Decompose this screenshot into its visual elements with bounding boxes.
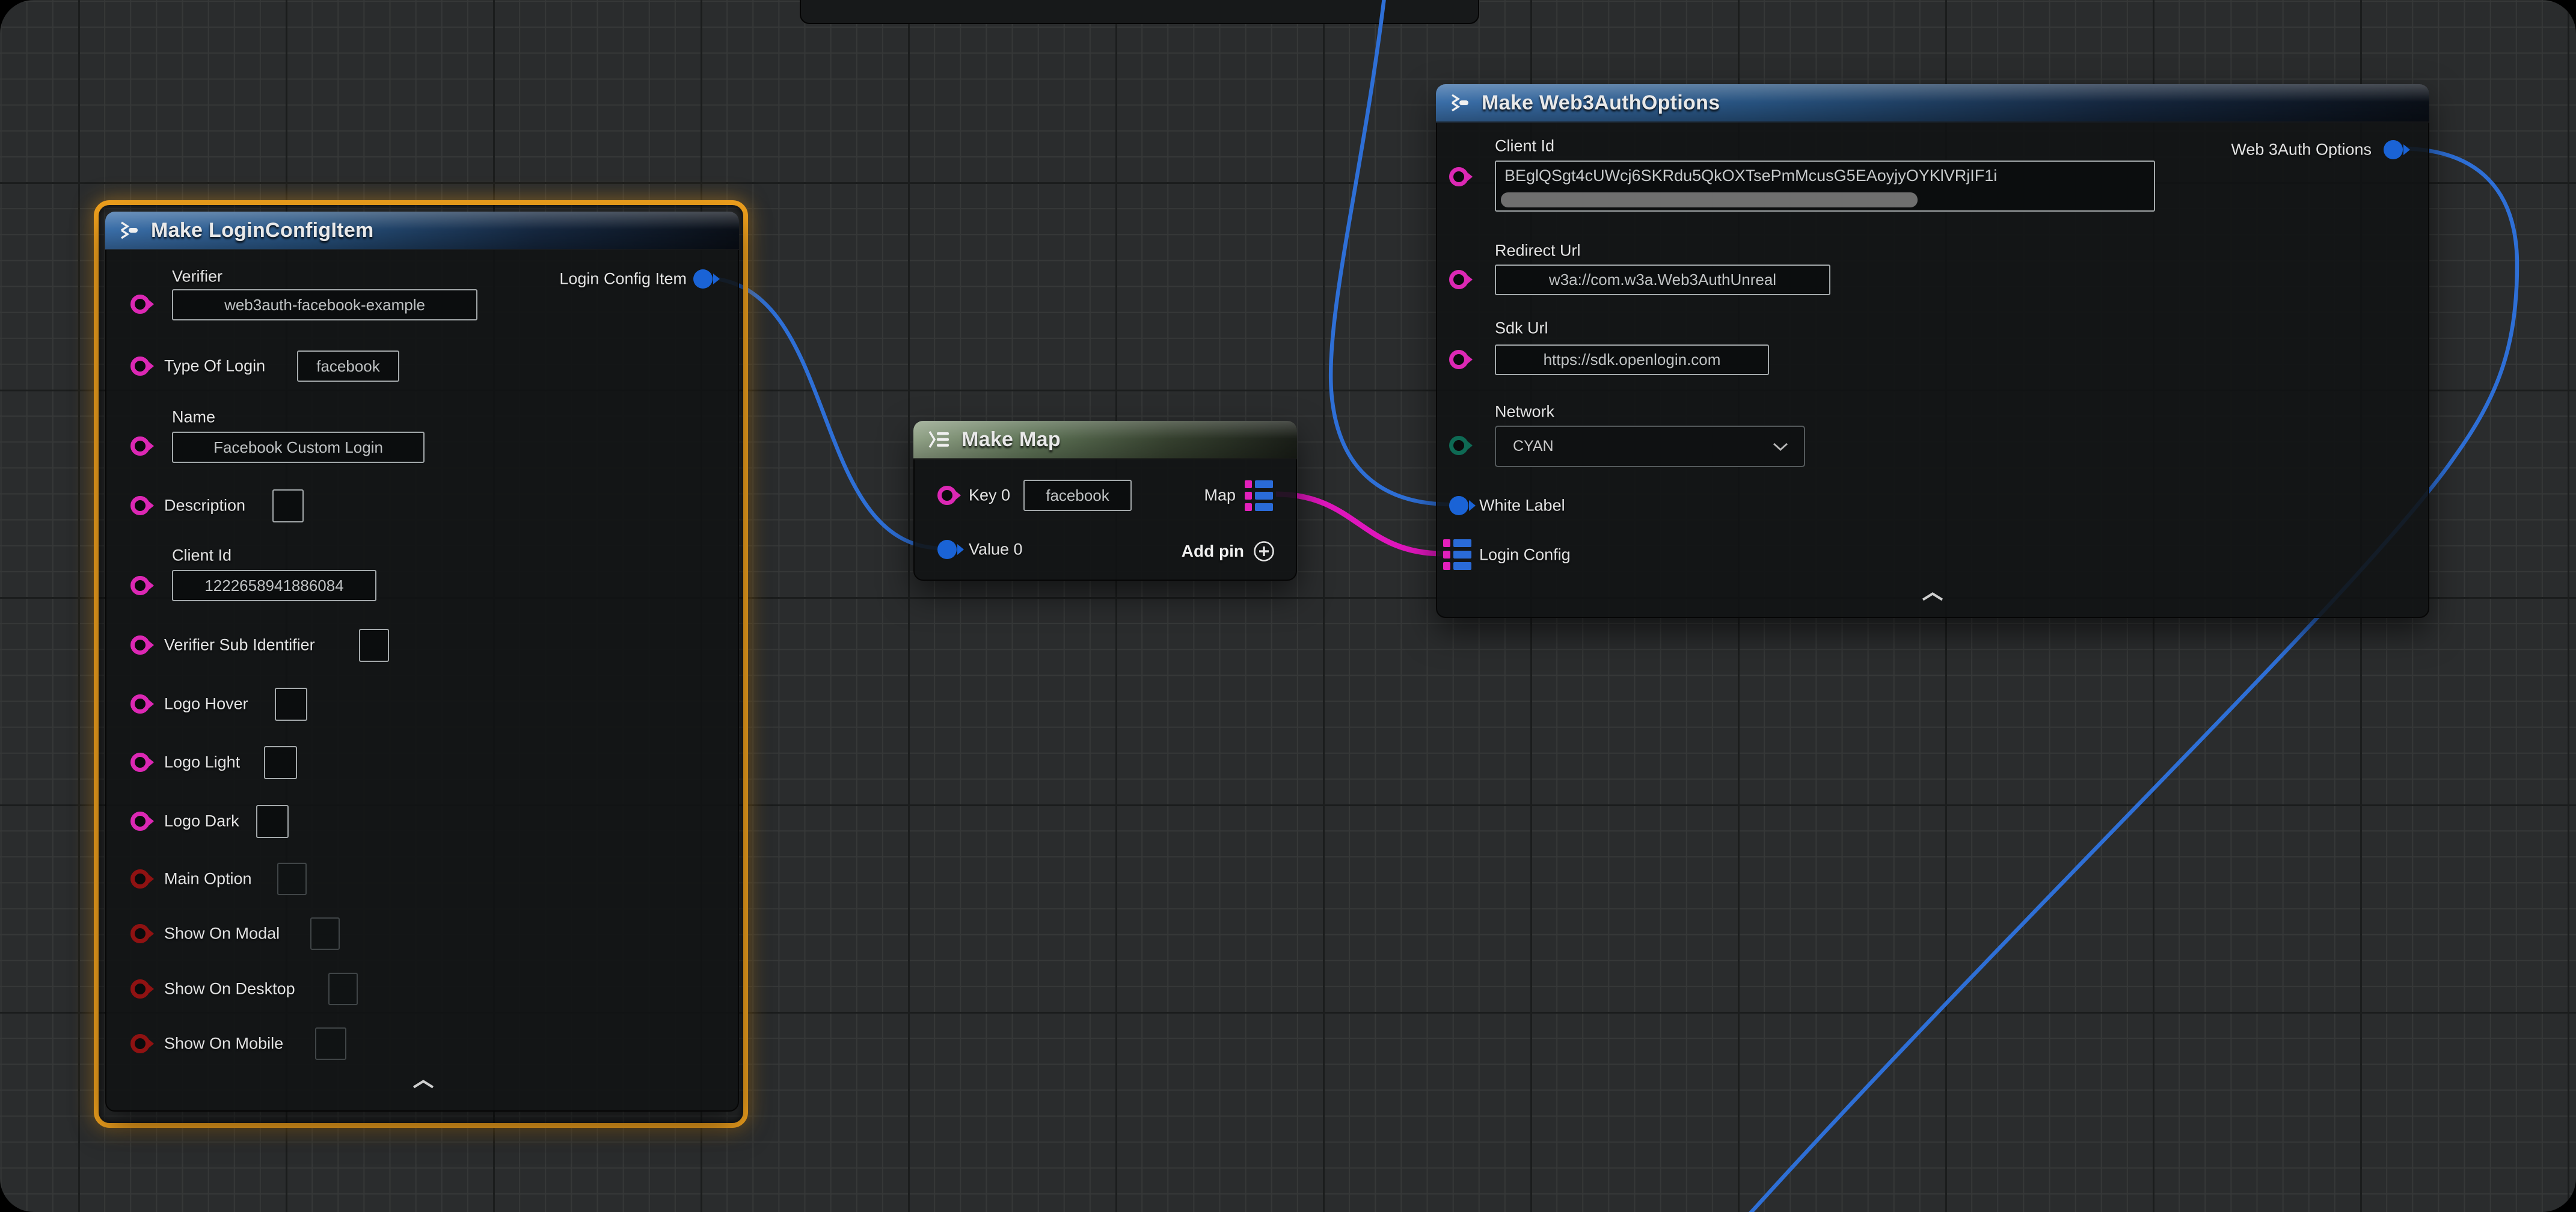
show-on-mobile-checkbox[interactable] [315,1027,346,1060]
description-input[interactable] [272,489,304,522]
pin-value-0[interactable] [937,540,957,559]
show-on-desktop-label: Show On Desktop [164,981,295,997]
pin-web3auth-options-out[interactable] [2384,140,2403,159]
pin-client-id[interactable] [130,576,150,595]
logo-hover-label: Logo Hover [164,696,248,712]
make-struct-icon [118,221,140,240]
description-label: Description [164,498,245,514]
collapse-advanced-button[interactable] [1921,592,1945,605]
collapse-advanced-button[interactable] [411,1079,435,1093]
redirect-url-input[interactable]: w3a://com.w3a.Web3AuthUnreal [1495,265,1830,295]
network-dropdown[interactable]: CYAN [1495,426,1805,467]
logo-dark-label: Logo Dark [164,813,239,830]
pin-sdk-url[interactable] [1449,350,1468,369]
logo-dark-input[interactable] [256,805,289,838]
white-label-label: White Label [1479,498,1565,514]
verifier-sub-identifier-input[interactable] [359,629,389,662]
blueprint-graph-canvas[interactable]: Make LoginConfigItem Login Config Item V… [0,0,2576,1212]
pin-description[interactable] [130,496,150,515]
pin-verifier-sub-identifier[interactable] [130,635,150,655]
make-struct-icon [1449,93,1471,112]
node-make-web3authoptions[interactable]: Make Web3AuthOptions Web 3Auth Options C… [1436,84,2429,618]
sdk-url-input[interactable]: https://sdk.openlogin.com [1495,344,1769,375]
pin-key-0[interactable] [937,486,957,505]
redirect-url-label: Redirect Url [1495,243,1581,259]
client-id-label: Client Id [1495,138,1554,155]
main-option-checkbox[interactable] [277,863,307,895]
node-title: Make LoginConfigItem [151,219,374,242]
show-on-modal-checkbox[interactable] [310,917,340,950]
logo-hover-input[interactable] [275,688,307,721]
pin-verifier[interactable] [130,295,150,314]
node-title: Make Map [961,428,1061,451]
output-pin-label: Login Config Item [559,271,687,287]
pin-redirect-url[interactable] [1449,270,1468,289]
node-header[interactable]: Make Web3AuthOptions [1436,84,2429,123]
add-pin-label: Add pin [1182,542,1244,561]
make-map-icon [927,430,951,448]
client-id-input[interactable]: 1222658941886084 [172,570,376,601]
pin-main-option[interactable] [130,869,150,889]
network-label: Network [1495,404,1554,420]
client-id-label: Client Id [172,548,232,564]
show-on-desktop-checkbox[interactable] [328,973,358,1005]
node-header[interactable]: Make Map [913,421,1297,459]
pin-white-label[interactable] [1449,496,1468,515]
wire-top-to-white-label[interactable] [1331,0,1452,504]
pin-show-on-desktop[interactable] [130,979,150,999]
name-label: Name [172,409,215,426]
output-pin-label: Web 3Auth Options [2231,142,2372,158]
pin-type-of-login[interactable] [130,357,150,376]
add-pin-plus-icon [1253,540,1275,563]
logo-light-input[interactable] [264,746,297,779]
map-output-label: Map [1204,488,1236,504]
pin-logo-hover[interactable] [130,694,150,714]
node-make-loginconfigitem[interactable]: Make LoginConfigItem Login Config Item V… [105,212,739,1112]
main-option-label: Main Option [164,871,252,887]
show-on-mobile-label: Show On Mobile [164,1036,283,1052]
pin-login-config-item-out[interactable] [693,269,713,289]
key-0-label: Key 0 [969,488,1010,504]
key-0-input[interactable]: facebook [1023,480,1132,511]
pin-logo-dark[interactable] [130,812,150,831]
add-pin-button[interactable]: Add pin [1182,540,1275,563]
pin-client-id[interactable] [1449,167,1468,186]
network-selected-value: CYAN [1513,438,1554,455]
pin-network[interactable] [1449,436,1468,455]
verifier-sub-identifier-label: Verifier Sub Identifier [164,637,315,653]
value-0-label: Value 0 [969,542,1023,558]
pin-map-out[interactable] [1245,479,1274,513]
verifier-label: Verifier [172,269,222,285]
name-input[interactable]: Facebook Custom Login [172,432,425,463]
client-id-scrollbar[interactable] [1501,192,1918,207]
pin-logo-light[interactable] [130,753,150,772]
show-on-modal-label: Show On Modal [164,926,280,942]
node-header[interactable]: Make LoginConfigItem [105,212,739,250]
login-config-label: Login Config [1479,547,1571,563]
offscreen-node-bottom[interactable] [800,0,1479,24]
sdk-url-label: Sdk Url [1495,320,1548,337]
logo-light-label: Logo Light [164,754,240,771]
node-make-map[interactable]: Make Map Key 0 facebook Map Value 0 Add … [913,421,1297,581]
verifier-input[interactable]: web3auth-facebook-example [172,289,477,320]
type-of-login-input[interactable]: facebook [297,350,399,382]
pin-login-config[interactable] [1443,538,1472,572]
chevron-down-icon [1773,442,1788,451]
pin-name[interactable] [130,436,150,456]
pin-show-on-mobile[interactable] [130,1034,150,1053]
type-of-login-label: Type Of Login [164,358,265,375]
node-title: Make Web3AuthOptions [1482,91,1720,115]
pin-show-on-modal[interactable] [130,924,150,943]
